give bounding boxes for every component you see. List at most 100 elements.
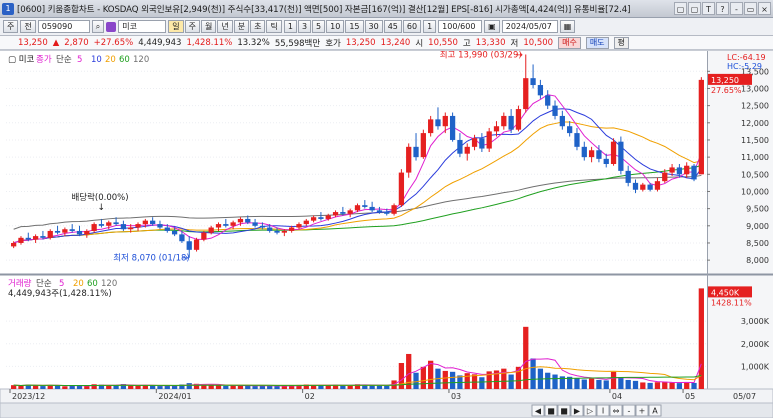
scroll-control-icon[interactable]: + bbox=[639, 407, 646, 416]
volume-bar bbox=[632, 380, 639, 389]
stock-code-input[interactable]: 059090 bbox=[37, 20, 90, 33]
candle-body bbox=[325, 215, 331, 219]
volume-bar bbox=[40, 386, 46, 389]
view-count-field[interactable]: 100/600 bbox=[438, 20, 483, 33]
candle-body bbox=[464, 146, 470, 154]
price-tick-label: 11,000 bbox=[741, 153, 769, 162]
price-change-pct: +27.65% bbox=[93, 37, 134, 48]
candle-body bbox=[647, 184, 653, 190]
candle-body bbox=[435, 119, 441, 127]
minute-button-45[interactable]: 45 bbox=[383, 20, 402, 33]
period-button-1[interactable]: 주 bbox=[184, 20, 200, 33]
stock-logo-icon bbox=[106, 21, 117, 32]
candle-body bbox=[76, 230, 83, 235]
open-label: 시 bbox=[415, 38, 424, 49]
chart-svg[interactable]: 13,50013,00012,50012,00011,50011,00010,5… bbox=[0, 49, 773, 418]
volume-bar bbox=[508, 374, 514, 389]
candle-body bbox=[654, 181, 661, 190]
candle-body bbox=[40, 236, 46, 238]
minute-button-30[interactable]: 30 bbox=[364, 20, 383, 33]
scroll-control-icon[interactable]: ◀ bbox=[535, 407, 542, 416]
volume-bar bbox=[479, 377, 485, 389]
period-button-5[interactable]: 초 bbox=[250, 20, 266, 33]
period-button-6[interactable]: 틱 bbox=[266, 20, 282, 33]
candle-body bbox=[479, 138, 485, 149]
window-button-2[interactable]: T bbox=[702, 2, 715, 15]
scroll-control-icon[interactable]: ■ bbox=[560, 407, 568, 416]
chart-area[interactable]: 13,500 13,000 12,500 12,000 11,500 11,000 10,5… bbox=[0, 49, 773, 418]
last-volume-label: 4,450K bbox=[711, 288, 740, 297]
candle-body bbox=[281, 230, 287, 233]
buy-button[interactable]: 매수 bbox=[558, 36, 581, 49]
candle-body bbox=[354, 205, 361, 211]
volume-bar bbox=[223, 385, 229, 389]
x-axis-label: 04 bbox=[612, 392, 622, 401]
volume-bar bbox=[208, 385, 214, 389]
calendar-icon[interactable]: ▦ bbox=[559, 20, 576, 33]
candle-body bbox=[252, 222, 258, 226]
low-annotation: 최저 8,070 (01/18) bbox=[113, 253, 190, 264]
candle-body bbox=[91, 224, 97, 231]
period-button-2[interactable]: 월 bbox=[200, 20, 217, 33]
price-legend-ma-60: 60 bbox=[119, 55, 130, 65]
window-button-3[interactable]: ? bbox=[716, 2, 729, 15]
price-tick-label: 10,500 bbox=[741, 170, 769, 179]
candle-body bbox=[523, 78, 529, 110]
window-button-6[interactable]: × bbox=[758, 2, 771, 15]
misc-button[interactable]: 평 bbox=[613, 36, 629, 49]
volume-bar bbox=[171, 385, 178, 389]
scroll-control-icon[interactable]: ▷ bbox=[587, 407, 594, 416]
scroll-control-icon[interactable]: - bbox=[628, 407, 631, 416]
trade-amount: 55,598백만 bbox=[274, 38, 321, 49]
candle-body bbox=[413, 146, 419, 158]
minute-button-3[interactable]: 3 bbox=[297, 20, 312, 33]
candle-body bbox=[676, 167, 683, 175]
candle-body bbox=[559, 115, 565, 127]
window-button-1[interactable]: ▢ bbox=[688, 2, 701, 15]
volume-legend-name: 거래량 bbox=[8, 278, 32, 289]
candle-body bbox=[54, 230, 61, 233]
turnover-rate: 13.32% bbox=[237, 37, 270, 48]
volume-bar bbox=[654, 382, 661, 389]
candle-body bbox=[150, 220, 156, 225]
volume-bar bbox=[76, 385, 83, 389]
minute-button-10[interactable]: 10 bbox=[326, 20, 345, 33]
volume-bar bbox=[618, 377, 624, 389]
candle-body bbox=[25, 237, 31, 240]
window-button-5[interactable]: ▭ bbox=[744, 2, 757, 15]
minute-button-60[interactable]: 60 bbox=[402, 20, 422, 33]
price-tick-label: 13,000 bbox=[741, 84, 769, 93]
period-button-4[interactable]: 분 bbox=[233, 20, 250, 33]
period-button-0[interactable]: 일 bbox=[168, 20, 184, 33]
mode-select[interactable]: 주 bbox=[3, 20, 19, 33]
scroll-control-icon[interactable]: ⇔ bbox=[613, 407, 620, 416]
date-field[interactable]: 2024/05/07 bbox=[501, 20, 558, 33]
chart-toolbar: 주 전 059090 ⌕ 미코 일주월년분초틱 1 3 5 10 15 30 45 60 1 … bbox=[0, 18, 773, 36]
scroll-control-icon[interactable]: ▶ bbox=[574, 407, 581, 416]
volume-bar bbox=[625, 379, 631, 389]
type-select[interactable]: 전 bbox=[20, 20, 36, 33]
tick-count-button[interactable]: 1 bbox=[423, 20, 437, 33]
search-icon[interactable]: ⌕ bbox=[91, 20, 105, 33]
minute-button-15[interactable]: 15 bbox=[345, 20, 364, 33]
minute-button-5[interactable]: 5 bbox=[312, 20, 326, 33]
period-button-3[interactable]: 년 bbox=[217, 20, 233, 33]
candle-body bbox=[69, 229, 75, 231]
candle-body bbox=[545, 95, 551, 106]
volume-bar bbox=[442, 370, 448, 389]
scroll-control-icon[interactable]: ■ bbox=[547, 407, 555, 416]
window-button-4[interactable]: - bbox=[730, 2, 743, 15]
minute-button-1[interactable]: 1 bbox=[283, 20, 297, 33]
window-button-0[interactable]: ▢ bbox=[674, 2, 687, 15]
candle-body bbox=[574, 133, 580, 147]
candle-body bbox=[610, 141, 617, 164]
scroll-control-icon[interactable]: A bbox=[652, 407, 658, 416]
candle-body bbox=[618, 141, 624, 171]
candle-body bbox=[142, 220, 148, 225]
volume-bar bbox=[84, 386, 90, 389]
dividend-annotation: 배당락(0.00%) bbox=[71, 192, 128, 203]
scroll-control-icon[interactable]: I bbox=[602, 407, 604, 416]
view-lock-icon[interactable]: ▣ bbox=[484, 20, 500, 33]
candle-body bbox=[310, 217, 317, 221]
sell-button[interactable]: 매도 bbox=[585, 36, 609, 49]
